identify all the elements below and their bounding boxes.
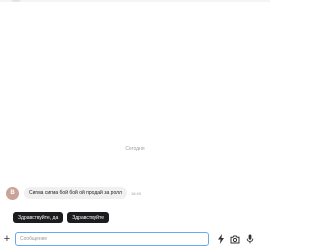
message-bubble[interactable]: Сигма сигма бой бой ой продай за ролл [24, 187, 127, 199]
message-text: Сигма сигма бой бой ой продай за ролл [29, 190, 122, 196]
message-row: В Сигма сигма бой бой ой продай за ролл … [6, 186, 141, 200]
lightning-icon[interactable] [216, 234, 226, 244]
avatar[interactable]: В [6, 186, 19, 200]
message-time: 16:40 [130, 190, 141, 196]
quick-reply-hello-button[interactable]: Здравствуйте [67, 212, 109, 223]
top-divider [0, 0, 270, 2]
quick-reply-yes-button[interactable]: Здравствуйте, да [13, 212, 64, 223]
message-input[interactable] [15, 232, 209, 246]
date-separator: Сегодня [125, 146, 145, 152]
camera-icon[interactable] [230, 234, 240, 244]
quick-replies: Здравствуйте, да Здравствуйте [13, 212, 113, 223]
message-composer: + [0, 230, 270, 248]
microphone-icon[interactable] [245, 234, 255, 244]
plus-icon[interactable]: + [2, 232, 12, 246]
